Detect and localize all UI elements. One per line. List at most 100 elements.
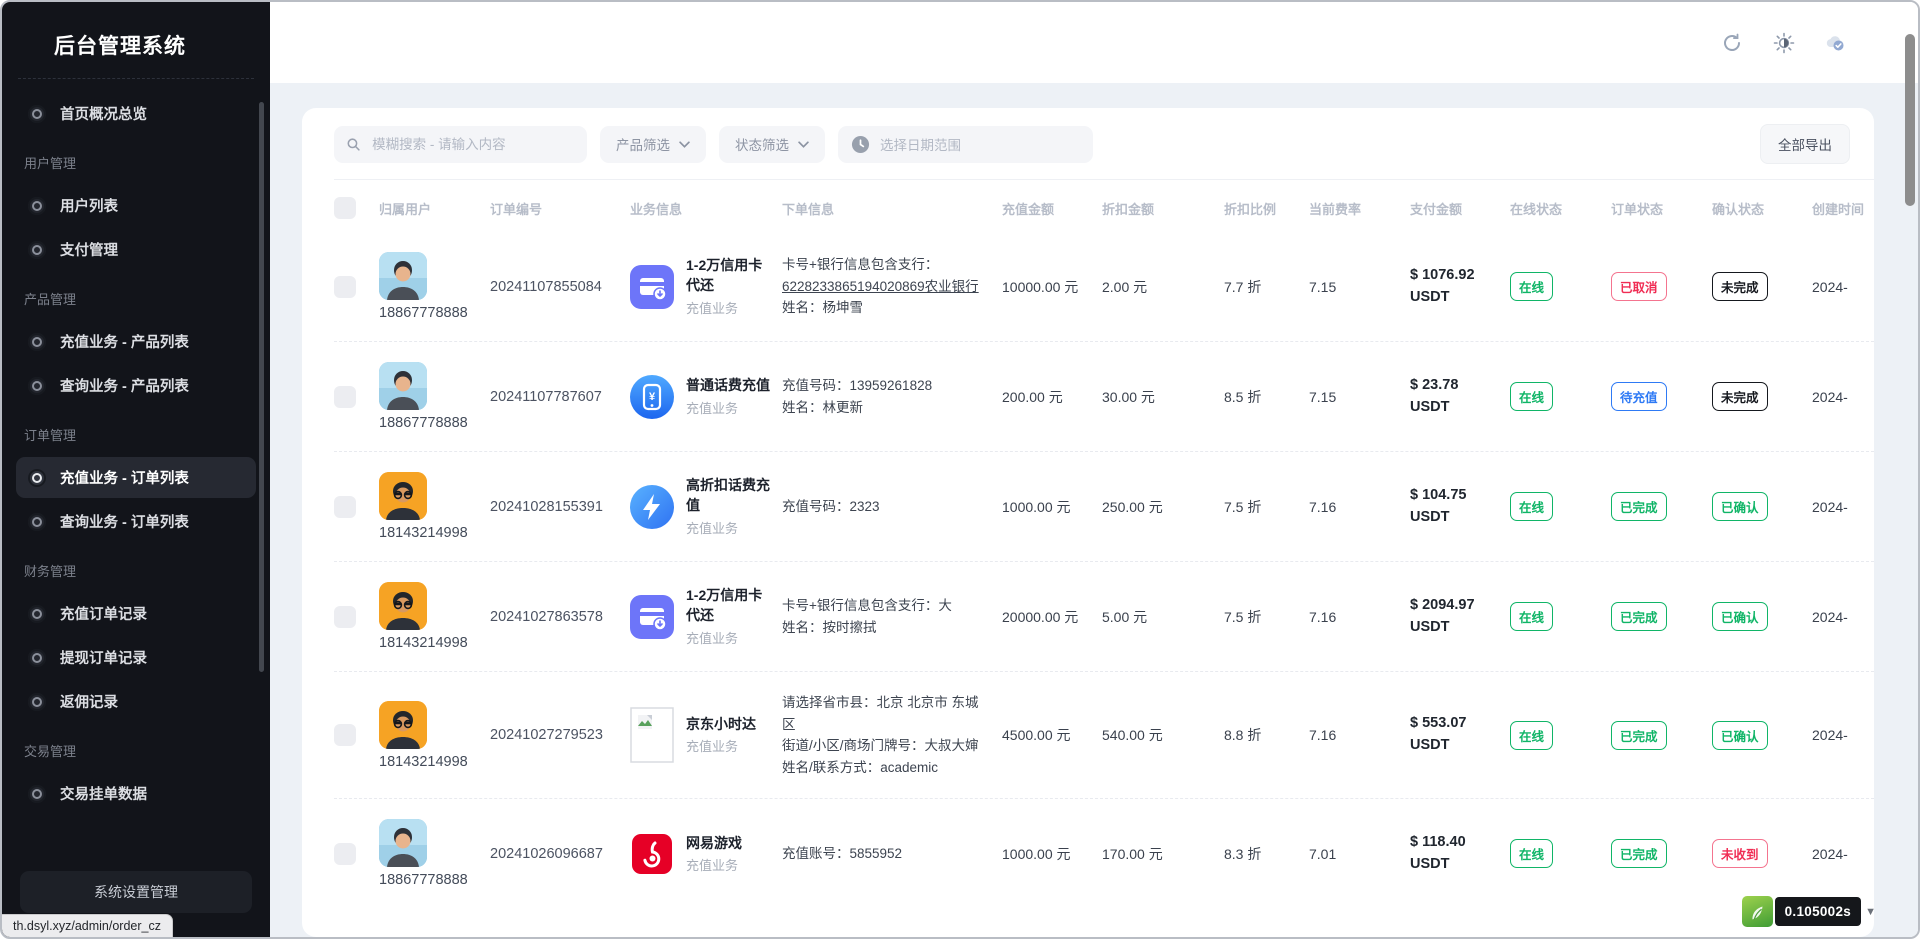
status-bar-url: th.dsyl.xyz/admin/order_cz bbox=[2, 914, 173, 937]
extension-leaf-icon[interactable] bbox=[1742, 896, 1773, 927]
order-info-line: 充值账号：5855952 bbox=[782, 843, 988, 865]
pay-amount: $ 104.75USDT bbox=[1410, 485, 1510, 529]
column-header: 折扣金额 bbox=[1102, 199, 1224, 218]
sidebar-group-label: 用户管理 bbox=[2, 137, 270, 182]
select-all-checkbox[interactable] bbox=[334, 197, 356, 219]
row-checkbox[interactable] bbox=[334, 276, 356, 298]
pay-amount: $ 118.40USDT bbox=[1410, 832, 1510, 876]
row-checkbox[interactable] bbox=[334, 724, 356, 746]
row-checkbox[interactable] bbox=[334, 386, 356, 408]
top-header bbox=[270, 2, 1918, 83]
business-type: 充值业务 bbox=[686, 855, 742, 874]
orders-card: 产品筛选 状态筛选 选择日期范围 全部导出 归属用 bbox=[302, 108, 1874, 937]
pay-value: $ 2094.97 bbox=[1410, 595, 1510, 617]
sidebar-item[interactable]: 返佣记录 bbox=[16, 681, 256, 722]
pay-amount: $ 2094.97USDT bbox=[1410, 595, 1510, 639]
sidebar-item[interactable]: 用户列表 bbox=[16, 185, 256, 226]
pay-currency: USDT bbox=[1410, 854, 1510, 876]
sun-theme-icon[interactable] bbox=[1772, 31, 1796, 55]
business-type: 充值业务 bbox=[686, 736, 756, 755]
search-box[interactable] bbox=[334, 126, 587, 163]
business-type: 充值业务 bbox=[686, 398, 770, 417]
sidebar-item[interactable]: 首页概况总览 bbox=[16, 93, 256, 134]
sidebar-group-label: 财务管理 bbox=[2, 545, 270, 590]
sidebar-item[interactable]: 提现订单记录 bbox=[16, 637, 256, 678]
order-number: 20241107855084 bbox=[490, 279, 630, 295]
filter-toolbar: 产品筛选 状态筛选 选择日期范围 全部导出 bbox=[334, 122, 1874, 180]
sidebar-item[interactable]: 充值业务 - 订单列表 bbox=[16, 457, 256, 498]
business-cell: 网易游戏充值业务 bbox=[630, 832, 782, 876]
user-cell: 18867778888 bbox=[379, 252, 490, 321]
order-info-line: 请选择省市县：北京 北京市 东城区 bbox=[782, 692, 988, 735]
order-info-line: 充值号码：13959261828 bbox=[782, 375, 988, 397]
image-placeholder-icon bbox=[630, 713, 674, 757]
timer-value: 0.105002s bbox=[1775, 897, 1862, 926]
table-row: 18867778888 20241026096687 网易游戏充值业务 充值账号… bbox=[334, 798, 1874, 908]
pay-value: $ 553.07 bbox=[1410, 713, 1510, 735]
discount-ratio: 8.8 折 bbox=[1224, 725, 1309, 745]
sidebar-item[interactable]: 充值业务 - 产品列表 bbox=[16, 321, 256, 362]
order-info: 请选择省市县：北京 北京市 东城区街道/小区/商场门牌号：大叔大婶姓名/联系方式… bbox=[782, 692, 1002, 778]
row-checkbox[interactable] bbox=[334, 496, 356, 518]
sidebar-item[interactable]: 查询业务 - 产品列表 bbox=[16, 365, 256, 406]
date-range-picker[interactable]: 选择日期范围 bbox=[838, 126, 1093, 163]
product-filter-select[interactable]: 产品筛选 bbox=[600, 126, 706, 163]
business-name: 京东小时达 bbox=[686, 715, 756, 735]
discount-ratio: 7.5 折 bbox=[1224, 607, 1309, 627]
current-rate: 7.15 bbox=[1309, 279, 1410, 295]
discount-amount: 540.00 元 bbox=[1102, 725, 1224, 745]
column-header: 在线状态 bbox=[1510, 199, 1611, 218]
refresh-icon[interactable] bbox=[1720, 31, 1744, 55]
circle-dot-icon bbox=[28, 785, 46, 803]
search-input[interactable] bbox=[370, 136, 575, 153]
recharge-amount: 200.00 元 bbox=[1002, 387, 1102, 407]
confirm-status-badge: 未完成 bbox=[1712, 272, 1768, 301]
content-area: 产品筛选 状态筛选 选择日期范围 全部导出 归属用 bbox=[270, 83, 1918, 937]
export-all-button[interactable]: 全部导出 bbox=[1760, 124, 1850, 164]
page-scrollbar[interactable] bbox=[1905, 34, 1915, 206]
created-date: 2024- bbox=[1812, 389, 1874, 405]
user-avatar bbox=[379, 582, 427, 630]
pay-currency: USDT bbox=[1410, 287, 1510, 309]
order-number: 20241027279523 bbox=[490, 727, 630, 743]
order-status-badge: 已完成 bbox=[1611, 721, 1667, 750]
row-checkbox[interactable] bbox=[334, 606, 356, 628]
sidebar-scrollbar[interactable] bbox=[259, 102, 264, 672]
discount-amount: 250.00 元 bbox=[1102, 497, 1224, 517]
circle-dot-icon bbox=[28, 605, 46, 623]
circle-dot-icon bbox=[28, 693, 46, 711]
order-info-line: 充值号码：2323 bbox=[782, 496, 988, 518]
sidebar: 后台管理系统 首页概况总览用户管理用户列表支付管理产品管理充值业务 - 产品列表… bbox=[2, 2, 270, 937]
cloud-check-icon[interactable] bbox=[1824, 31, 1848, 55]
sidebar-item[interactable]: 充值订单记录 bbox=[16, 593, 256, 634]
user-cell: 18867778888 bbox=[379, 819, 490, 888]
table-body: 18867778888 20241107855084 1-2万信用卡代还充值业务… bbox=[334, 232, 1874, 908]
sidebar-item-label: 交易挂单数据 bbox=[60, 783, 147, 804]
pay-amount: $ 23.78USDT bbox=[1410, 375, 1510, 419]
order-info-line: 姓名/联系方式：academic bbox=[782, 757, 988, 779]
circle-dot-icon bbox=[28, 197, 46, 215]
sidebar-item[interactable]: 支付管理 bbox=[16, 229, 256, 270]
clock-icon bbox=[851, 135, 870, 154]
online-status-badge: 在线 bbox=[1510, 382, 1553, 411]
sidebar-item[interactable]: 查询业务 - 订单列表 bbox=[16, 501, 256, 542]
page-load-timer[interactable]: 0.105002s ▼ bbox=[1742, 896, 1876, 927]
system-settings-button[interactable]: 系统设置管理 bbox=[20, 871, 252, 913]
sidebar-group-label: 订单管理 bbox=[2, 409, 270, 454]
current-rate: 7.16 bbox=[1309, 727, 1410, 743]
discount-ratio: 7.5 折 bbox=[1224, 497, 1309, 517]
column-header: 归属用户 bbox=[379, 199, 490, 218]
column-header: 业务信息 bbox=[630, 199, 782, 218]
column-header: 折扣比例 bbox=[1224, 199, 1309, 218]
phone-yuan-icon: ¥ bbox=[630, 375, 674, 419]
row-checkbox[interactable] bbox=[334, 843, 356, 865]
created-date: 2024- bbox=[1812, 727, 1874, 743]
pay-amount: $ 553.07USDT bbox=[1410, 713, 1510, 757]
sidebar-item-label: 支付管理 bbox=[60, 239, 118, 260]
order-info: 卡号+银行信息包含支行：6228233865194020869农业银行姓名：杨坤… bbox=[782, 254, 1002, 319]
sidebar-item[interactable]: 交易挂单数据 bbox=[16, 773, 256, 814]
status-filter-select[interactable]: 状态筛选 bbox=[719, 126, 825, 163]
sidebar-group-label: 交易管理 bbox=[2, 725, 270, 770]
business-type: 充值业务 bbox=[686, 298, 774, 317]
timer-caret-icon[interactable]: ▼ bbox=[1865, 906, 1876, 918]
